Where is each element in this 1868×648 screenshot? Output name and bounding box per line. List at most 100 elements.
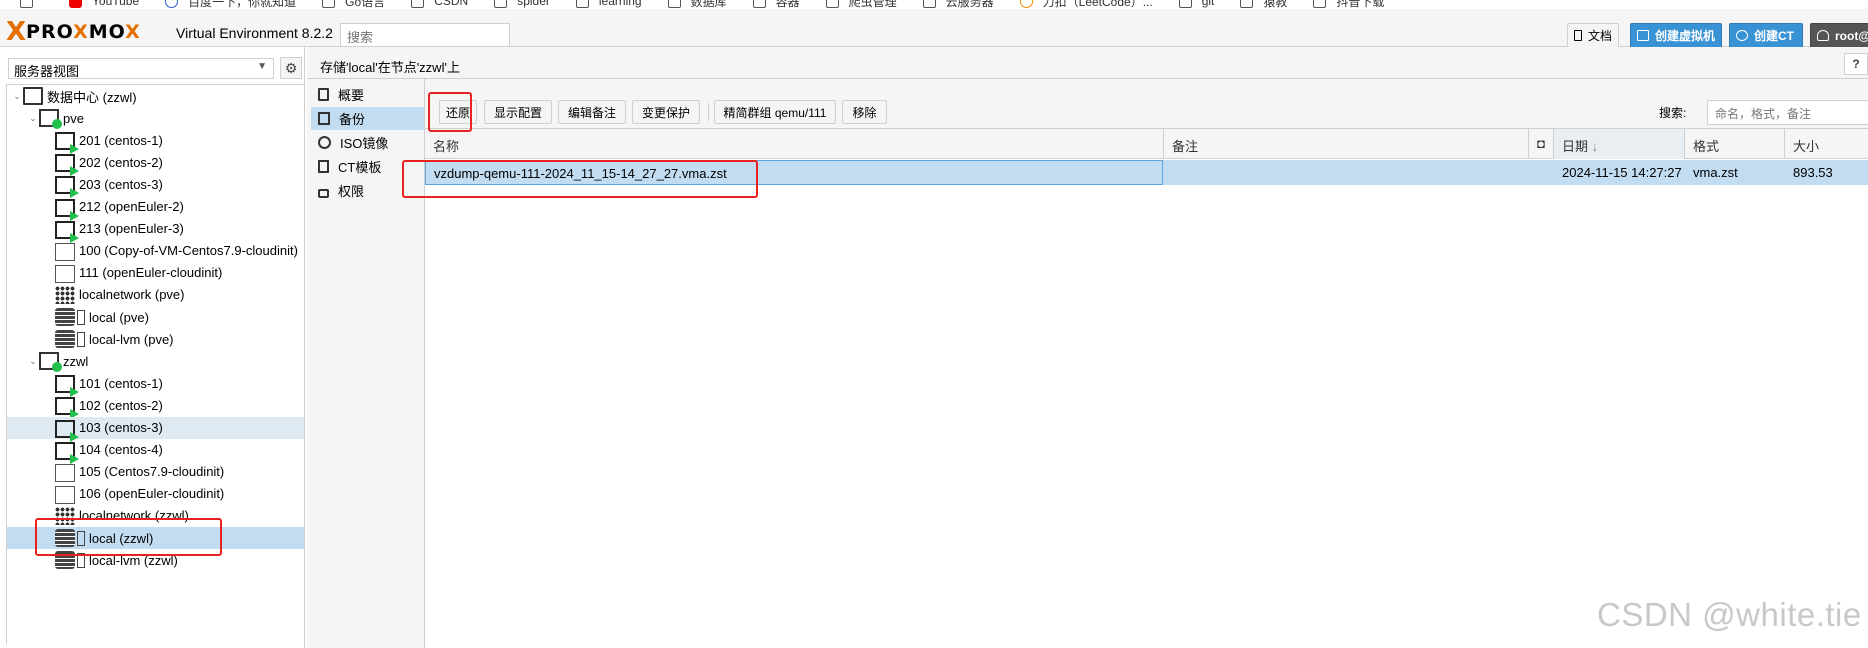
- storage-icon: [55, 330, 75, 349]
- tree-expander-icon[interactable]: ⌄: [27, 113, 39, 124]
- tree-expander-icon[interactable]: ⌄: [11, 91, 23, 102]
- tree-node-label: 103 (centos-3): [79, 420, 163, 435]
- bookmark-spider[interactable]: spider: [494, 0, 550, 8]
- bookmark-container[interactable]: 容器: [752, 0, 800, 9]
- tree-node[interactable]: 104 (centos-4): [7, 439, 304, 464]
- folder-icon: [667, 0, 681, 8]
- gear-icon[interactable]: ⚙: [280, 57, 302, 79]
- tree-node[interactable]: ⌄ zzwl: [7, 350, 304, 373]
- subnav-summary[interactable]: 概要: [311, 83, 424, 106]
- change-protection-button[interactable]: 变更保护: [632, 100, 700, 124]
- tree-node[interactable]: local-lvm (zzwl): [7, 549, 304, 571]
- tree-node[interactable]: 203 (centos-3): [7, 173, 304, 199]
- bookmark-baidu[interactable]: 百度一下，你就知道: [165, 0, 296, 9]
- tree-node[interactable]: 101 (centos-1): [7, 372, 304, 398]
- show-config-button[interactable]: 显示配置: [484, 100, 552, 124]
- storage-subnav: 概要 备份 ISO镜像 CT模板 权限: [307, 79, 425, 648]
- subnav-ct-templates[interactable]: CT模板: [311, 155, 424, 178]
- row-notes-cell: [1164, 160, 1529, 185]
- resource-tree: ⌄ 数据中心 (zzwl) ⌄ pve 201 (centos-1) 202 (cento…: [6, 84, 304, 644]
- folder-icon: [1240, 0, 1254, 8]
- global-search-input[interactable]: 搜索: [340, 23, 510, 47]
- bookmark-csdn[interactable]: CSDN: [411, 0, 468, 8]
- tree-node[interactable]: localnetwork (pve): [7, 284, 304, 306]
- tree-node[interactable]: localnetwork (zzwl): [7, 505, 304, 527]
- tree-node[interactable]: 105 (Centos7.9-cloudinit): [7, 461, 304, 483]
- unlock-icon: [318, 189, 329, 198]
- toolbar-separator: [708, 103, 709, 121]
- tree-node[interactable]: local-lvm (pve): [7, 328, 304, 350]
- subnav-permissions[interactable]: 权限: [311, 179, 424, 202]
- user-menu-button[interactable]: root@: [1810, 23, 1868, 48]
- tree-node-label: localnetwork (zzwl): [79, 508, 189, 524]
- remove-button[interactable]: 移除: [842, 100, 887, 124]
- tree-node[interactable]: ⌄ 数据中心 (zzwl): [7, 85, 304, 107]
- search-label: 搜索:: [1659, 106, 1687, 120]
- tree-node[interactable]: local (zzwl): [7, 527, 304, 549]
- bookmark-crawler[interactable]: 爬虫管理: [825, 0, 897, 9]
- leetcode-icon: [1019, 0, 1033, 8]
- tree-node[interactable]: 102 (centos-2): [7, 394, 304, 420]
- column-header-size[interactable]: 大小: [1785, 129, 1868, 159]
- template-icon: [55, 264, 75, 283]
- grid-header: 名称 备注 ◘ 日期 ↓ 格式 大小: [425, 129, 1868, 159]
- tree-node[interactable]: 103 (centos-3): [7, 416, 304, 442]
- column-header-date[interactable]: 日期 ↓: [1554, 129, 1685, 159]
- storage-icon: [55, 551, 75, 570]
- tree-node[interactable]: 111 (openEuler-cloudinit): [7, 262, 304, 284]
- backup-toolbar: 还原 显示配置 编辑备注 变更保护 精简群组 qemu/111 移除 搜索: 命…: [425, 79, 1868, 129]
- column-header-notes[interactable]: 备注: [1164, 129, 1529, 159]
- restore-button[interactable]: 还原: [439, 100, 477, 124]
- chevron-down-icon: ▼: [257, 61, 267, 72]
- bookmark-git[interactable]: git: [1178, 0, 1214, 8]
- bookmark-douyin[interactable]: 抖音下载: [1313, 0, 1384, 9]
- create-ct-button[interactable]: 创建CT: [1729, 23, 1803, 48]
- tree-node[interactable]: 202 (centos-2): [7, 151, 304, 177]
- tree-node[interactable]: 100 (Copy-of-VM-Centos7.9-cloudinit): [7, 240, 304, 262]
- bookmark-go[interactable]: Go语言: [322, 0, 385, 9]
- vm-running-icon: [55, 220, 79, 243]
- bookmark-yuanjiao[interactable]: 猿教: [1240, 0, 1287, 9]
- sort-desc-icon: ↓: [1591, 139, 1599, 154]
- bookmark-cloud[interactable]: 云服务器: [922, 0, 994, 9]
- prune-group-button[interactable]: 精简群组 qemu/111: [714, 100, 836, 124]
- folder-icon: [494, 0, 508, 8]
- tree-node-label: 201 (centos-1): [79, 132, 163, 148]
- cube-icon: [1736, 30, 1748, 41]
- node-icon: [39, 109, 62, 130]
- tree-node[interactable]: 201 (centos-1): [7, 129, 304, 155]
- tree-node-label: localnetwork (pve): [79, 287, 185, 303]
- folder-icon: [825, 0, 839, 8]
- help-icon[interactable]: ?: [1844, 53, 1868, 75]
- edit-notes-button[interactable]: 编辑备注: [558, 100, 626, 124]
- tree-node[interactable]: 213 (openEuler-3): [7, 218, 304, 243]
- tree-node[interactable]: local (pve): [7, 306, 304, 328]
- shield-icon[interactable]: ◘: [1529, 129, 1554, 159]
- app-header: X PROXMOX Virtual Environment 8.2.2 搜索 文…: [0, 9, 1868, 48]
- bookmark-youtube[interactable]: YouTube: [69, 0, 139, 8]
- create-vm-button[interactable]: 创建虚拟机: [1630, 23, 1722, 48]
- column-header-format[interactable]: 格式: [1685, 129, 1785, 159]
- table-row[interactable]: vzdump-qemu-111-2024_11_15-14_27_27.vma.…: [425, 160, 1868, 185]
- tree-node[interactable]: 212 (openEuler-2): [7, 196, 304, 221]
- docs-button[interactable]: 文档: [1567, 23, 1619, 48]
- row-size-cell: 893.53: [1793, 165, 1833, 180]
- tree-node[interactable]: 106 (openEuler-cloudinit): [7, 483, 304, 505]
- tree-node[interactable]: ⌄ pve: [7, 107, 304, 130]
- bookmark-learning[interactable]: learning: [575, 0, 642, 8]
- subnav-iso[interactable]: ISO镜像: [311, 131, 424, 154]
- bookmark-database[interactable]: 数据库: [667, 0, 727, 9]
- backup-search-input[interactable]: 命名，格式，备注: [1707, 100, 1868, 125]
- folder-icon: [1178, 0, 1192, 8]
- tree-node-label: local (pve): [89, 309, 149, 325]
- apps-grid-icon[interactable]: [20, 0, 43, 8]
- subnav-backup[interactable]: 备份: [311, 107, 424, 130]
- tree-expander-icon[interactable]: ⌄: [27, 356, 39, 367]
- file-icon: [318, 160, 329, 173]
- row-name-cell[interactable]: vzdump-qemu-111-2024_11_15-14_27_27.vma.…: [425, 160, 1163, 185]
- bookmark-leetcode[interactable]: 力扣（LeetCode）...: [1019, 0, 1153, 9]
- user-icon: [1817, 30, 1829, 41]
- column-header-name[interactable]: 名称: [425, 129, 1164, 159]
- view-selector[interactable]: 服务器视图 ▼: [8, 58, 274, 79]
- template-icon: [55, 463, 75, 482]
